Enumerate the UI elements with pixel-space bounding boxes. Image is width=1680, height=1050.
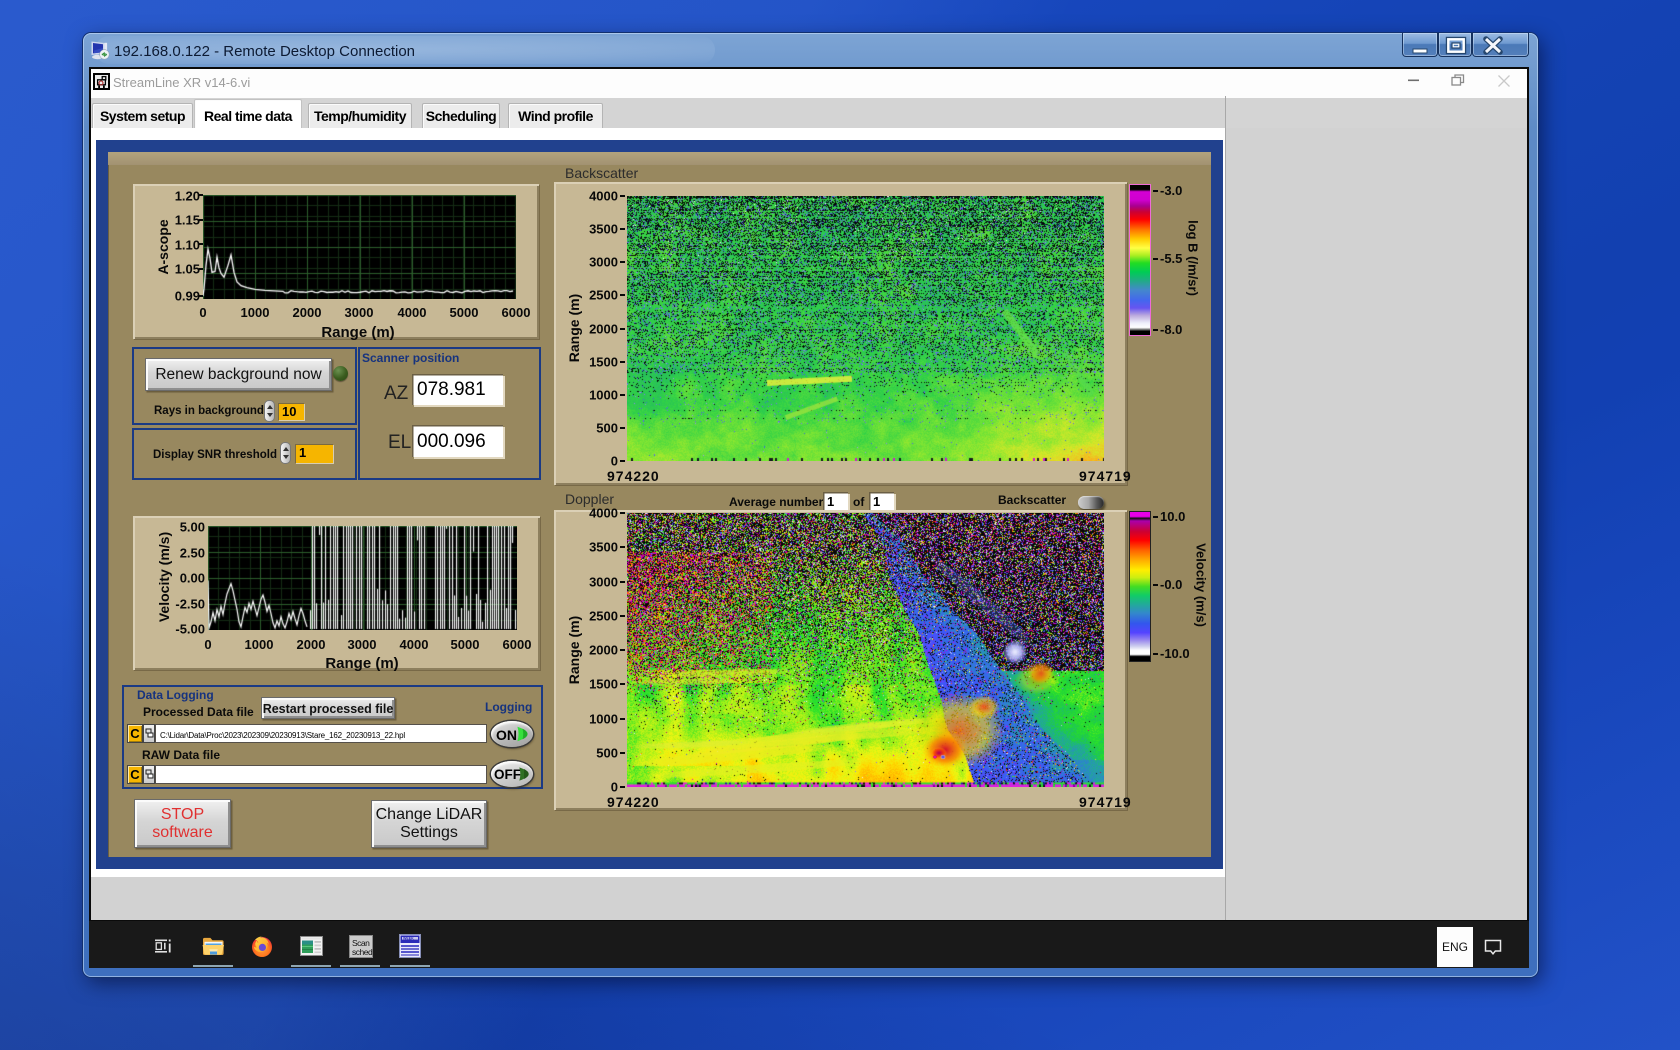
svg-text:WEEK: WEEK (403, 936, 414, 940)
